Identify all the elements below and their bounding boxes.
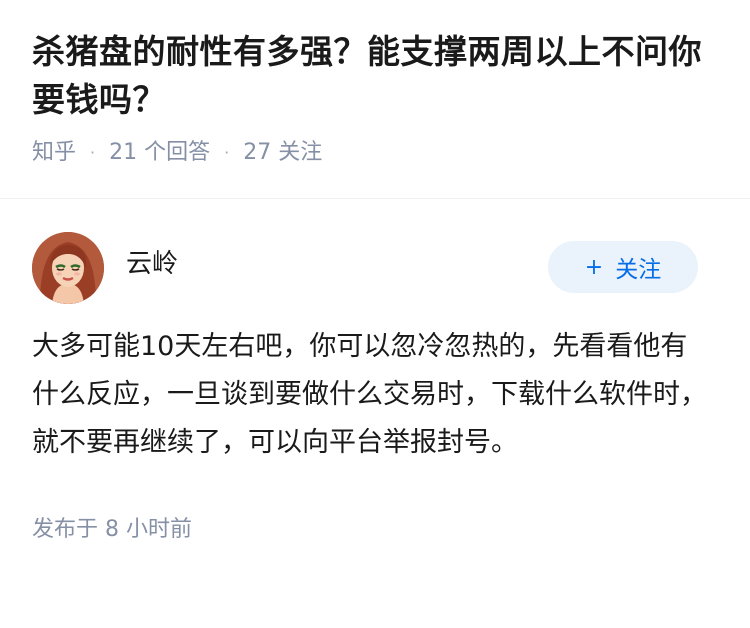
question-meta: 知乎 · 21 个回答 · 27 关注 bbox=[32, 138, 718, 168]
question-title[interactable]: 杀猪盘的耐性有多强？能支撑两周以上不问你要钱吗？ bbox=[32, 28, 718, 124]
avatar-illustration-icon bbox=[32, 232, 104, 304]
source-label[interactable]: 知乎 bbox=[32, 138, 76, 168]
author-row: 云岭 + 关注 bbox=[32, 231, 718, 305]
question-header: 杀猪盘的耐性有多强？能支撑两周以上不问你要钱吗？ 知乎 · 21 个回答 · 2… bbox=[0, 0, 750, 168]
page: 杀猪盘的耐性有多强？能支撑两周以上不问你要钱吗？ 知乎 · 21 个回答 · 2… bbox=[0, 0, 750, 543]
answer-publish-time: 发布于 8 小时前 bbox=[32, 517, 192, 542]
avatar[interactable] bbox=[32, 232, 104, 304]
followers-count: 27 关注 bbox=[243, 140, 323, 165]
author-name[interactable]: 云岭 bbox=[126, 243, 178, 280]
answer-content[interactable]: 大多可能10天左右吧，你可以忽冷忽热的，先看看他有什么反应，一旦谈到要做什么交易… bbox=[32, 323, 712, 467]
answers-count[interactable]: 21 个回答 bbox=[109, 138, 210, 168]
plus-icon: + bbox=[584, 254, 604, 280]
answer-card: 云岭 + 关注 大多可能10天左右吧，你可以忽冷忽热的，先看看他有什么反应，一旦… bbox=[0, 199, 750, 543]
follow-button-label: 关注 bbox=[615, 257, 662, 283]
meta-separator: · bbox=[224, 143, 230, 162]
meta-separator: · bbox=[90, 143, 96, 162]
follow-button[interactable]: + 关注 bbox=[548, 241, 698, 293]
